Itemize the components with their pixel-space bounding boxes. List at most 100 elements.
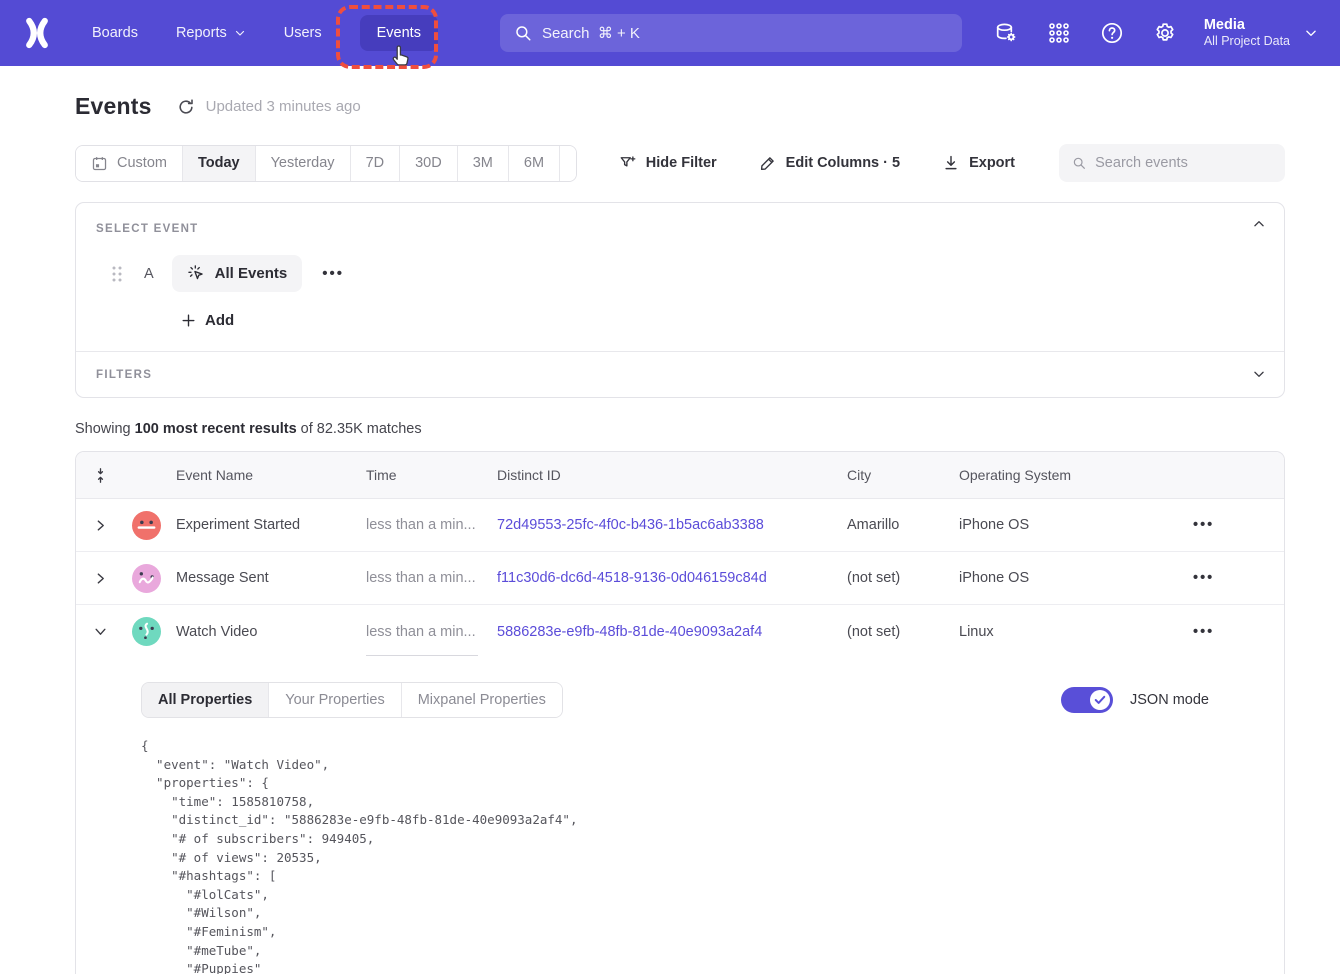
refresh-icon[interactable] <box>176 97 196 117</box>
sort-icon[interactable] <box>92 467 109 484</box>
cell-city: (not set) <box>847 624 959 640</box>
date-range-7d[interactable]: 7D <box>351 146 401 181</box>
chevron-down-icon <box>234 27 246 39</box>
top-nav: Boards Reports Users Events <box>0 0 1340 66</box>
event-more-options-button[interactable]: ••• <box>318 268 348 280</box>
global-search-input[interactable] <box>542 25 948 42</box>
event-selector-button[interactable]: All Events <box>172 255 303 292</box>
add-event-button[interactable]: Add <box>181 312 1264 329</box>
json-mode-label: JSON mode <box>1130 692 1209 708</box>
date-range-3m[interactable]: 3M <box>458 146 509 181</box>
chevron-down-icon[interactable] <box>94 625 107 638</box>
drag-handle-icon[interactable] <box>110 265 124 283</box>
nav-item-users[interactable]: Users <box>284 25 322 41</box>
row-more-options-button[interactable]: ••• <box>1193 570 1214 586</box>
tab-label: Your Properties <box>285 692 384 708</box>
hide-filter-button[interactable]: Hide Filter <box>619 154 717 172</box>
event-selector-label: All Events <box>215 265 288 282</box>
date-range-custom[interactable]: Custom <box>76 146 183 181</box>
date-range-12m[interactable]: 12M <box>560 146 577 181</box>
event-json-payload: { "event": "Watch Video", "properties": … <box>141 737 1264 974</box>
summary-suffix: of 82.35K matches <box>297 421 422 437</box>
cell-os: iPhone OS <box>959 517 1129 533</box>
funnel-plus-icon <box>619 154 637 172</box>
table-row[interactable]: Experiment Started less than a min... 72… <box>76 499 1284 552</box>
page-title: Events <box>75 93 152 120</box>
table-row-expanded[interactable]: Watch Video less than a min... 5886283e-… <box>76 605 1284 658</box>
search-events-input[interactable] <box>1095 155 1272 171</box>
nav-item-label: Reports <box>176 25 227 41</box>
cell-os: iPhone OS <box>959 570 1129 586</box>
nav-item-events[interactable]: Events <box>360 15 438 51</box>
cell-city: Amarillo <box>847 517 959 533</box>
cell-os: Linux <box>959 624 1129 640</box>
cell-event-name: Experiment Started <box>176 517 366 533</box>
edit-columns-button[interactable]: Edit Columns · 5 <box>759 154 900 172</box>
nav-item-label: Events <box>377 25 421 41</box>
toggle-knob <box>1090 690 1110 710</box>
toolbar: Custom Today Yesterday 7D 30D 3M 6M 12M … <box>75 144 1285 182</box>
cell-time: less than a min... <box>366 517 497 533</box>
column-header-time: Time <box>366 467 497 483</box>
date-range-label: Yesterday <box>271 155 335 171</box>
cell-time: less than a min... <box>366 570 497 586</box>
global-search[interactable] <box>500 14 962 52</box>
filters-heading: FILTERS <box>96 369 152 381</box>
data-management-icon[interactable] <box>993 20 1019 46</box>
cursor-sparkle-icon <box>187 264 206 283</box>
date-range-label: 30D <box>415 155 442 171</box>
select-event-section: SELECT EVENT A All Events <box>76 203 1284 351</box>
summary-count: 100 most recent results <box>135 421 297 437</box>
project-switcher[interactable]: Media All Project Data <box>1204 16 1290 50</box>
table-header-row: Event Name Time Distinct ID City Operati… <box>76 452 1284 499</box>
events-table: Event Name Time Distinct ID City Operati… <box>75 451 1285 974</box>
date-range-label: Custom <box>117 155 167 171</box>
event-avatar <box>132 564 161 593</box>
chevron-right-icon[interactable] <box>94 519 107 532</box>
cell-distinct-id-link[interactable]: 72d49553-25fc-4f0c-b436-1b5ac6ab3388 <box>497 517 847 533</box>
mixpanel-logo-icon[interactable] <box>20 16 54 50</box>
date-range-label: 7D <box>366 155 385 171</box>
table-row[interactable]: Message Sent less than a min... f11c30d6… <box>76 552 1284 605</box>
tab-all-properties[interactable]: All Properties <box>142 683 269 717</box>
export-button[interactable]: Export <box>942 154 1015 172</box>
tab-label: Mixpanel Properties <box>418 692 546 708</box>
check-icon <box>1094 694 1106 706</box>
filters-section-toggle[interactable]: FILTERS <box>76 352 1284 397</box>
last-updated-text: Updated 3 minutes ago <box>206 98 361 115</box>
tab-your-properties[interactable]: Your Properties <box>269 683 401 717</box>
tab-mixpanel-properties[interactable]: Mixpanel Properties <box>402 683 562 717</box>
chevron-down-icon[interactable] <box>1304 26 1318 40</box>
calendar-icon <box>91 155 108 172</box>
date-range-today[interactable]: Today <box>183 146 256 181</box>
apps-grid-icon[interactable] <box>1046 20 1072 46</box>
search-events-box[interactable] <box>1059 144 1285 182</box>
nav-item-boards[interactable]: Boards <box>92 25 138 41</box>
pencil-icon <box>759 154 777 172</box>
date-range-6m[interactable]: 6M <box>509 146 560 181</box>
row-more-options-button[interactable]: ••• <box>1193 517 1214 533</box>
column-header-city: City <box>847 467 959 483</box>
date-range-yesterday[interactable]: Yesterday <box>256 146 351 181</box>
row-more-options-button[interactable]: ••• <box>1193 624 1214 640</box>
cell-distinct-id-link[interactable]: f11c30d6-dc6d-4518-9136-0d046159c84d <box>497 570 847 586</box>
date-range-30d[interactable]: 30D <box>400 146 458 181</box>
help-icon[interactable] <box>1099 20 1125 46</box>
summary-prefix: Showing <box>75 421 135 437</box>
chevron-right-icon[interactable] <box>94 572 107 585</box>
chevron-down-icon[interactable] <box>1252 367 1266 381</box>
event-avatar <box>132 617 161 646</box>
nav-item-reports[interactable]: Reports <box>176 25 246 41</box>
project-name: Media <box>1204 16 1290 34</box>
settings-gear-icon[interactable] <box>1152 20 1178 46</box>
cell-city: (not set) <box>847 570 959 586</box>
select-event-heading: SELECT EVENT <box>96 223 1264 235</box>
nav-right-cluster: Media All Project Data <box>966 16 1318 50</box>
date-range-control: Custom Today Yesterday 7D 30D 3M 6M 12M <box>75 145 577 182</box>
cell-distinct-id-link[interactable]: 5886283e-e9fb-48fb-81de-40e9093a2af4 <box>497 624 847 640</box>
properties-tabs: All Properties Your Properties Mixpanel … <box>141 682 563 718</box>
tab-label: All Properties <box>158 692 252 708</box>
event-avatar <box>132 511 161 540</box>
chevron-up-icon[interactable] <box>1252 217 1266 231</box>
json-mode-toggle[interactable] <box>1061 687 1113 713</box>
